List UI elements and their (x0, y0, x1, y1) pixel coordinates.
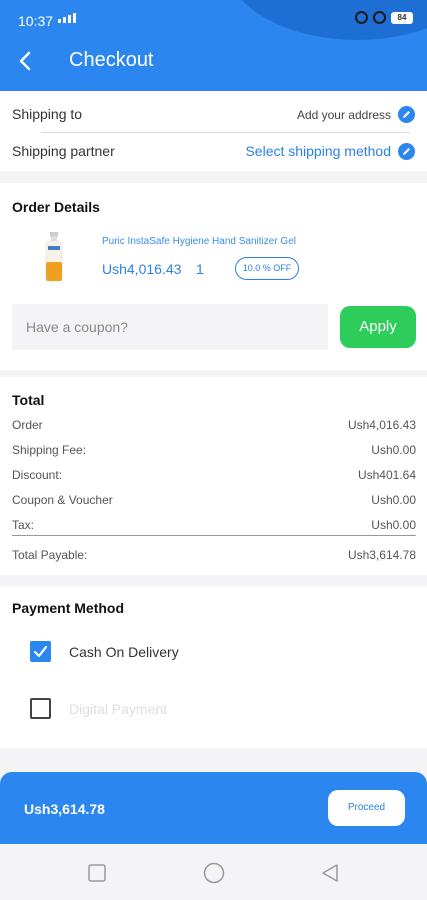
apply-coupon-button[interactable]: Apply (340, 306, 416, 348)
order-details-title: Order Details (12, 199, 100, 215)
alarm-icon (355, 11, 368, 24)
product-quantity: 1 (196, 261, 204, 277)
cod-label: Cash On Delivery (69, 644, 179, 660)
bottom-total-amount: Ush3,614.78 (24, 801, 105, 817)
system-navigation-bar (0, 844, 427, 900)
edit-shipping-icon[interactable] (398, 143, 415, 160)
checkout-bottom-bar: Ush3,614.78 Proceed (0, 772, 427, 844)
back-nav-icon[interactable] (320, 863, 340, 883)
total-divider (12, 535, 416, 536)
page-title: Checkout (69, 49, 154, 71)
total-payable-label: Total Payable: (12, 548, 88, 562)
total-row-label: Coupon & Voucher (12, 493, 113, 507)
signal-icon (58, 13, 76, 23)
product-name[interactable]: Puric InstaSafe Hygiene Hand Sanitizer G… (102, 236, 296, 247)
total-row-value: Ush0.00 (371, 443, 416, 457)
status-bar: 10:37 84 (0, 0, 427, 40)
edit-address-icon[interactable] (398, 106, 415, 123)
app-header: 10:37 84 Checkout (0, 0, 427, 91)
clock-icon (373, 11, 386, 24)
coupon-input[interactable] (12, 304, 328, 350)
chevron-left-icon (19, 51, 31, 71)
total-payable-value: Ush3,614.78 (347, 548, 416, 562)
discount-badge: 10.0 % OFF (235, 257, 299, 280)
status-time: 10:37 (18, 13, 54, 29)
digital-payment-checkbox[interactable] (30, 698, 51, 719)
shipping-to-value: Add your address (296, 108, 391, 122)
check-icon (33, 645, 48, 658)
recents-icon[interactable] (88, 864, 106, 882)
total-row-value: Ush0.00 (371, 493, 416, 507)
product-price: Ush4,016.43 (102, 261, 182, 277)
cod-checkbox[interactable] (30, 641, 51, 662)
total-row-label: Order (12, 418, 43, 432)
total-row-label: Discount: (12, 468, 63, 482)
status-icons: 84 (355, 11, 413, 24)
total-row-value: Ush0.00 (371, 518, 416, 532)
payment-method-title: Payment Method (12, 600, 125, 616)
total-row-value: Ush4,016.43 (347, 418, 416, 432)
product-image (45, 232, 63, 282)
total-row-label: Tax: (12, 518, 35, 532)
digital-payment-label: Digital Payment (69, 701, 168, 717)
battery-icon: 84 (391, 11, 413, 24)
total-title: Total (12, 392, 45, 408)
shipping-divider (42, 132, 410, 133)
shipping-partner-label: Shipping partner (12, 143, 115, 159)
shipping-card: Shipping to Add your address Shipping pa… (0, 91, 427, 171)
select-shipping-method-link[interactable]: Select shipping method (245, 143, 391, 159)
total-row-label: Shipping Fee: (12, 443, 87, 457)
shipping-to-label: Shipping to (12, 106, 83, 122)
proceed-button[interactable]: Proceed (328, 790, 405, 826)
home-icon[interactable] (203, 862, 225, 884)
total-row-value: Ush401.64 (357, 468, 416, 482)
back-button[interactable] (12, 46, 40, 76)
